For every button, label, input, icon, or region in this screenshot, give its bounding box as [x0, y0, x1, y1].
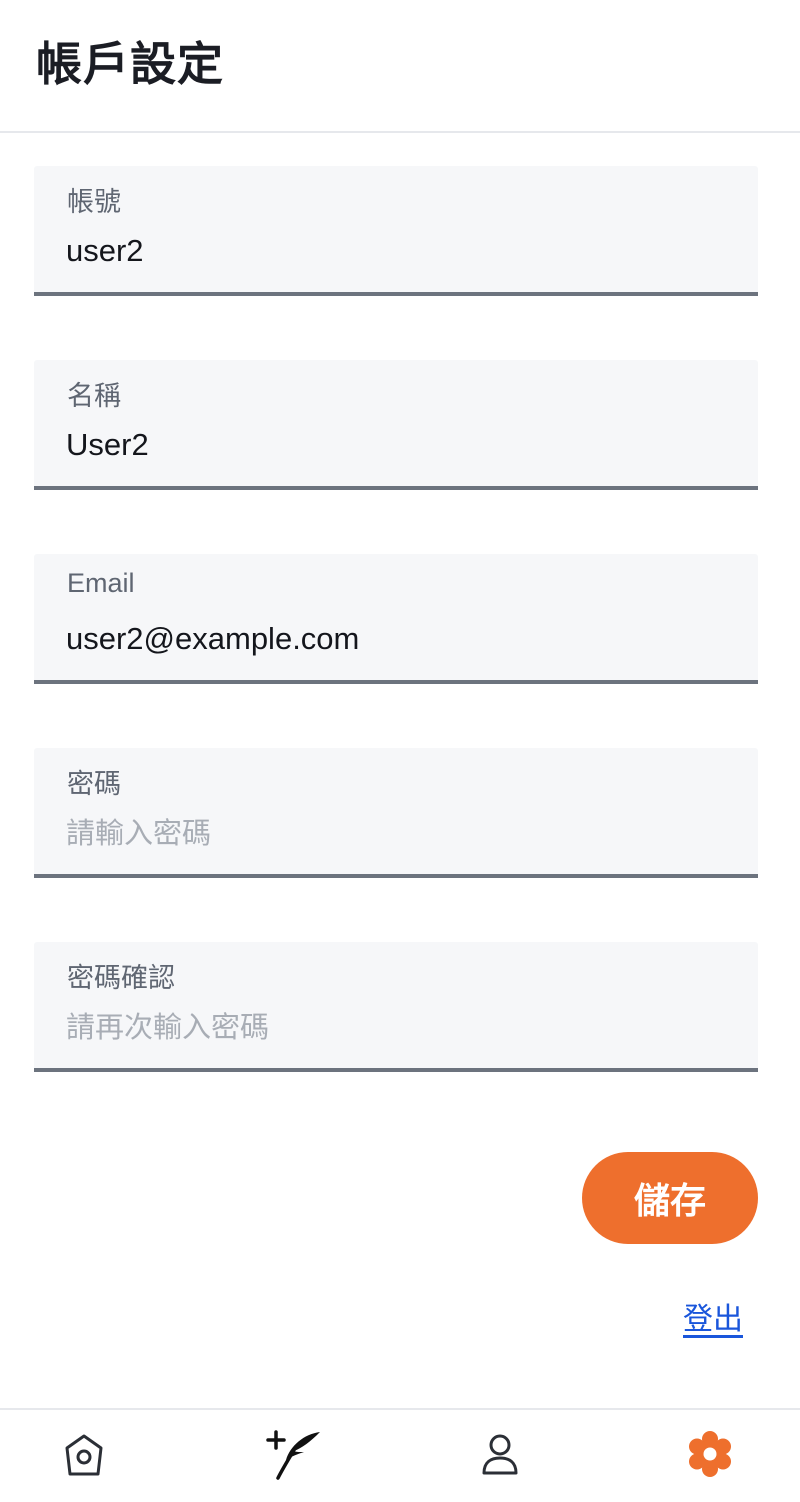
logout-link[interactable]: 登出: [683, 1294, 743, 1338]
password-confirm-label: 密碼確認: [67, 963, 175, 994]
name-input[interactable]: [66, 422, 726, 468]
page-header: 帳戶設定: [0, 0, 800, 133]
email-input[interactable]: [66, 616, 726, 662]
password-input[interactable]: [66, 810, 726, 856]
password-label: 密碼: [67, 769, 121, 800]
email-field[interactable]: Email: [34, 554, 758, 684]
password-field[interactable]: 密碼: [34, 748, 758, 878]
home-icon: [58, 1428, 110, 1480]
page-title: 帳戶設定: [36, 37, 224, 91]
account-input[interactable]: [66, 228, 726, 274]
bottom-nav: [0, 1408, 800, 1502]
compose-icon: [264, 1426, 324, 1482]
name-label: 名稱: [67, 381, 121, 412]
nav-settings[interactable]: [680, 1424, 740, 1484]
name-field[interactable]: 名稱: [34, 360, 758, 490]
profile-icon: [474, 1428, 526, 1480]
account-field[interactable]: 帳號: [34, 166, 758, 296]
password-confirm-input[interactable]: [66, 1004, 726, 1050]
nav-profile[interactable]: [470, 1424, 530, 1484]
email-label: Email: [67, 568, 135, 598]
nav-home[interactable]: [54, 1424, 114, 1484]
save-button[interactable]: 儲存: [582, 1152, 758, 1244]
password-confirm-field[interactable]: 密碼確認: [34, 942, 758, 1072]
nav-compose[interactable]: [264, 1424, 324, 1484]
settings-icon: [684, 1428, 736, 1480]
account-label: 帳號: [67, 187, 121, 218]
